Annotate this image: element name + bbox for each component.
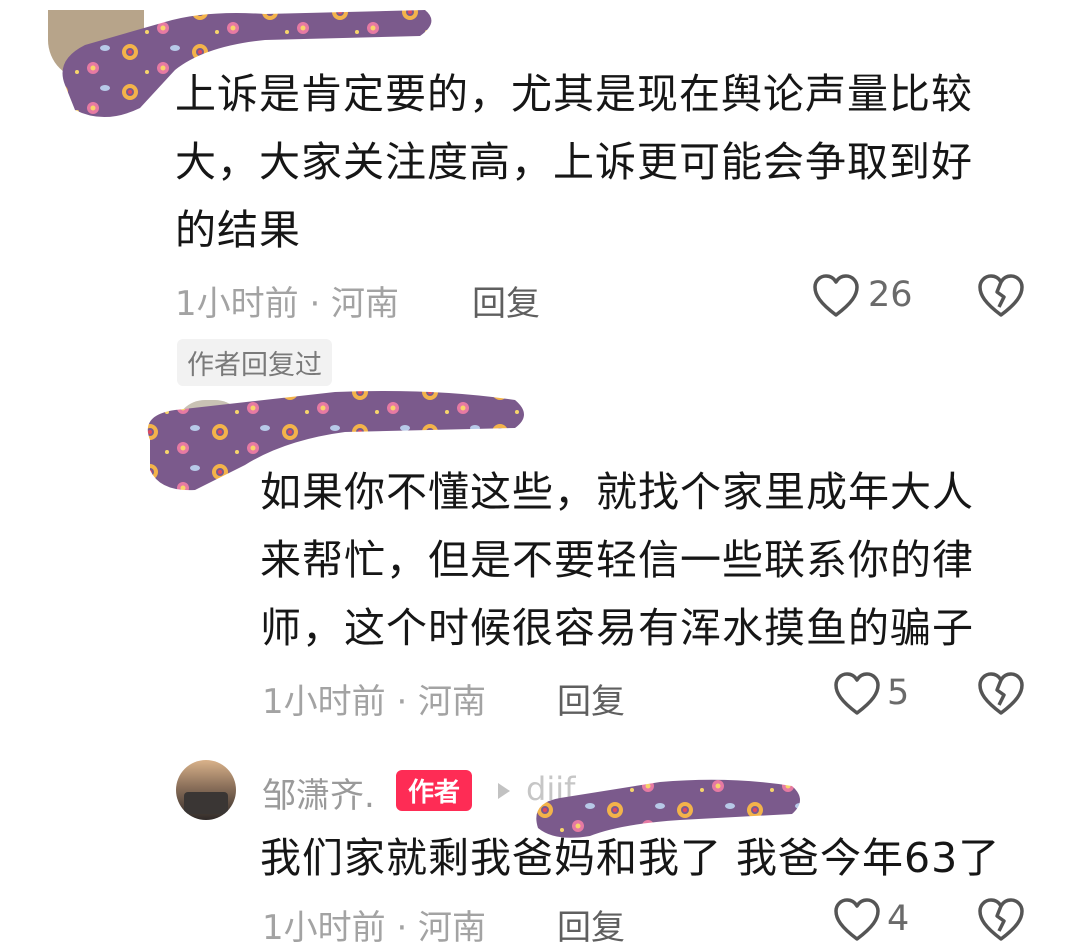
comment-3: 邹潇齐. 作者 diif 我们家就剩我爸妈和我了 我爸今年63了 1小时前 · …	[0, 730, 1080, 948]
comment-time-location: 1小时前 · 河南	[262, 908, 487, 948]
triangle-right-icon	[496, 781, 512, 801]
like-count: 26	[868, 275, 913, 315]
heart-outline-icon	[834, 898, 880, 941]
comment-line: 上诉是肯定要的，尤其是现在舆论声量比较	[175, 70, 973, 118]
heart-outline-icon	[834, 672, 880, 715]
comment-1: 上诉是肯定要的，尤其是现在舆论声量比较 大，大家关注度高，上诉更可能会争取到好 …	[0, 0, 1080, 386]
broken-heart-icon	[978, 672, 1024, 715]
like-button[interactable]	[833, 671, 881, 717]
comment-line: 的结果	[175, 206, 301, 254]
comment-time-location: 1小时前 · 河南	[262, 682, 487, 722]
comment-2: 如果你不懂这些，就找个家里成年大人 来帮忙，但是不要轻信一些联系你的律 师，这个…	[0, 380, 1080, 730]
avatar[interactable]	[176, 760, 236, 820]
comment-line: 师，这个时候很容易有浑水摸鱼的骗子	[260, 604, 974, 652]
broken-heart-icon	[978, 898, 1024, 941]
comment-line: 来帮忙，但是不要轻信一些联系你的律	[260, 536, 974, 584]
comment-time-location: 1小时前 · 河南	[175, 284, 400, 324]
like-count: 4	[887, 899, 910, 939]
dislike-button[interactable]	[977, 897, 1025, 943]
heart-outline-icon	[813, 274, 859, 317]
comment-text: 我们家就剩我爸妈和我了 我爸今年63了	[260, 824, 1040, 892]
dislike-button[interactable]	[977, 273, 1025, 319]
comment-line: 如果你不懂这些，就找个家里成年大人	[260, 468, 974, 516]
like-button[interactable]	[812, 273, 860, 319]
like-button[interactable]	[833, 897, 881, 943]
author-replied-tag: 作者回复过	[177, 339, 332, 386]
reply-button[interactable]: 回复	[557, 674, 625, 723]
like-count: 5	[887, 673, 910, 713]
comment-line: 我们家就剩我爸妈和我了 我爸今年63了	[260, 834, 1001, 882]
comment-line: 大，大家关注度高，上诉更可能会争取到好	[175, 138, 973, 186]
comment-text: 如果你不懂这些，就找个家里成年大人 来帮忙，但是不要轻信一些联系你的律 师，这个…	[260, 458, 1040, 662]
reply-button[interactable]: 回复	[472, 276, 540, 325]
author-badge: 作者	[396, 770, 473, 811]
dislike-button[interactable]	[977, 671, 1025, 717]
reply-button[interactable]: 回复	[557, 900, 625, 949]
username[interactable]: 邹潇齐.	[262, 768, 375, 817]
comment-text: 上诉是肯定要的，尤其是现在舆论声量比较 大，大家关注度高，上诉更可能会争取到好 …	[175, 60, 1035, 264]
broken-heart-icon	[978, 274, 1024, 317]
